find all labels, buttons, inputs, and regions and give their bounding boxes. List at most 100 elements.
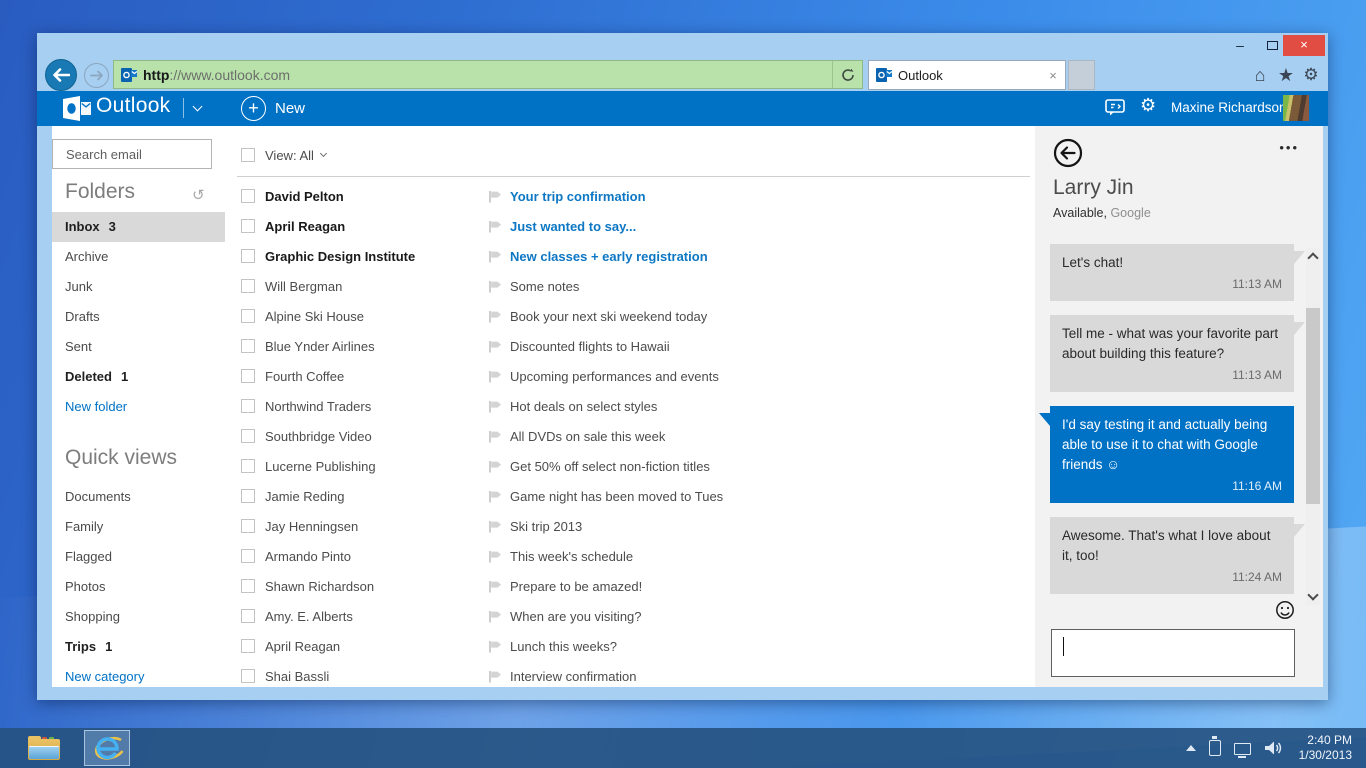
mail-subject[interactable]: Discounted flights to Hawaii [510,339,670,354]
chevron-down-icon[interactable] [193,102,203,112]
flag-icon[interactable] [488,610,504,623]
account-name[interactable]: Maxine Richardson [1171,100,1287,115]
mail-checkbox[interactable] [241,189,255,203]
file-explorer-icon[interactable] [28,736,62,761]
flag-icon[interactable] [488,430,504,443]
sidebar-item-new-category[interactable]: New category [52,662,225,687]
sidebar-item-sent[interactable]: Sent [52,332,225,362]
mail-checkbox[interactable] [241,399,255,413]
sidebar-item-trips[interactable]: Trips1 [52,632,225,662]
view-filter-label[interactable]: View: All [265,148,314,163]
mail-checkbox[interactable] [241,549,255,563]
mail-row[interactable]: Graphic Design InstituteNew classes + ea… [225,241,1035,271]
mail-checkbox[interactable] [241,579,255,593]
mail-checkbox[interactable] [241,279,255,293]
new-tab-button[interactable] [1068,60,1095,90]
mail-checkbox[interactable] [241,519,255,533]
mail-subject[interactable]: Game night has been moved to Tues [510,489,723,504]
settings-gear-icon[interactable]: ⚙ [1298,62,1324,88]
mail-sender[interactable]: Northwind Traders [265,399,488,414]
mail-row[interactable]: Southbridge VideoAll DVDs on sale this w… [225,421,1035,451]
mail-subject[interactable]: Book your next ski weekend today [510,309,707,324]
flag-icon[interactable] [488,550,504,563]
mail-checkbox[interactable] [241,219,255,233]
sidebar-item-junk[interactable]: Junk [52,272,225,302]
mail-sender[interactable]: Alpine Ski House [265,309,488,324]
messaging-icon[interactable] [1105,99,1125,116]
flag-icon[interactable] [488,640,504,653]
chat-back-button[interactable] [1053,138,1083,168]
mail-sender[interactable]: Shai Bassli [265,669,488,684]
new-message-button[interactable]: + New [241,95,305,122]
clock[interactable]: 2:40 PM 1/30/2013 [1299,733,1352,763]
volume-icon[interactable] [1264,740,1282,756]
mail-subject[interactable]: Upcoming performances and events [510,369,719,384]
chat-input[interactable] [1051,629,1295,677]
mail-row[interactable]: Alpine Ski House Book your next ski weeke… [225,301,1035,331]
mail-checkbox[interactable] [241,249,255,263]
power-icon[interactable] [1209,740,1221,756]
mail-checkbox[interactable] [241,429,255,443]
network-icon[interactable] [1234,743,1251,755]
refresh-button[interactable] [832,61,862,88]
window-close-button[interactable]: × [1283,35,1325,56]
mail-subject[interactable]: When are you visiting? [510,609,642,624]
flag-icon[interactable] [488,340,504,353]
tab-close-button[interactable]: × [1041,68,1065,83]
search-email-box[interactable] [52,139,212,169]
mail-sender[interactable]: Armando Pinto [265,549,488,564]
mail-subject[interactable]: Just wanted to say... [510,219,636,234]
flag-icon[interactable] [488,580,504,593]
mail-row[interactable]: Will BergmanSome notes [225,271,1035,301]
mail-subject[interactable]: Your trip confirmation [510,189,646,204]
chevron-down-icon[interactable] [320,150,327,157]
mail-checkbox[interactable] [241,669,255,683]
mail-row[interactable]: Lucerne PublishingGet 50% off select non… [225,451,1035,481]
avatar[interactable] [1283,95,1309,121]
mail-sender[interactable]: April Reagan [265,219,488,234]
mail-checkbox[interactable] [241,489,255,503]
sidebar-item-shopping[interactable]: Shopping [52,602,225,632]
flag-icon[interactable] [488,280,504,293]
sidebar-item-inbox[interactable]: Inbox3 [52,212,225,242]
mail-row[interactable]: Jay HenningsenSki trip 2013 [225,511,1035,541]
emoticon-picker-icon[interactable] [1275,600,1295,620]
scroll-up-icon[interactable] [1307,252,1318,263]
mail-row[interactable]: April Reagan Just wanted to say... [225,211,1035,241]
sidebar-item-flagged[interactable]: Flagged [52,542,225,572]
mail-sender[interactable]: Graphic Design Institute [265,249,488,264]
mail-row[interactable]: Northwind TradersHot deals on select sty… [225,391,1035,421]
outlook-logo[interactable] [63,96,91,121]
chat-menu-ellipsis[interactable]: ••• [1279,140,1299,155]
mail-sender[interactable]: Will Bergman [265,279,488,294]
chat-scrollbar[interactable] [1306,248,1320,605]
flag-icon[interactable] [488,400,504,413]
browser-tab-outlook[interactable]: Outlook × [868,60,1066,90]
mail-row[interactable]: Shawn RichardsonPrepare to be amazed! [225,571,1035,601]
options-gear-icon[interactable]: ⚙ [1140,95,1156,116]
mail-subject[interactable]: This week's schedule [510,549,633,564]
mail-row[interactable]: David Pelton Your trip confirmation [225,181,1035,211]
sidebar-item-drafts[interactable]: Drafts [52,302,225,332]
scroll-down-icon[interactable] [1307,589,1318,600]
mail-checkbox[interactable] [241,459,255,473]
sidebar-item-deleted[interactable]: Deleted1 [52,362,225,392]
mail-sender[interactable]: Amy. E. Alberts [265,609,488,624]
flag-icon[interactable] [488,490,504,503]
window-minimize-button[interactable]: – [1225,35,1255,56]
internet-explorer-taskbar-button[interactable] [84,730,130,766]
mail-subject[interactable]: Interview confirmation [510,669,636,684]
mail-row[interactable]: Armando Pinto This week's schedule [225,541,1035,571]
mail-sender[interactable]: David Pelton [265,189,488,204]
mail-row[interactable]: April ReaganLunch this weeks? [225,631,1035,661]
browser-forward-button[interactable] [84,63,109,88]
url-text[interactable]: http://www.outlook.com [143,67,832,83]
sidebar-item-documents[interactable]: Documents [52,482,225,512]
refresh-folders-icon[interactable]: ↻ [192,186,205,204]
mail-subject[interactable]: Prepare to be amazed! [510,579,642,594]
mail-checkbox[interactable] [241,369,255,383]
flag-icon[interactable] [488,250,504,263]
search-input[interactable] [53,147,242,162]
flag-icon[interactable] [488,190,504,203]
mail-checkbox[interactable] [241,309,255,323]
